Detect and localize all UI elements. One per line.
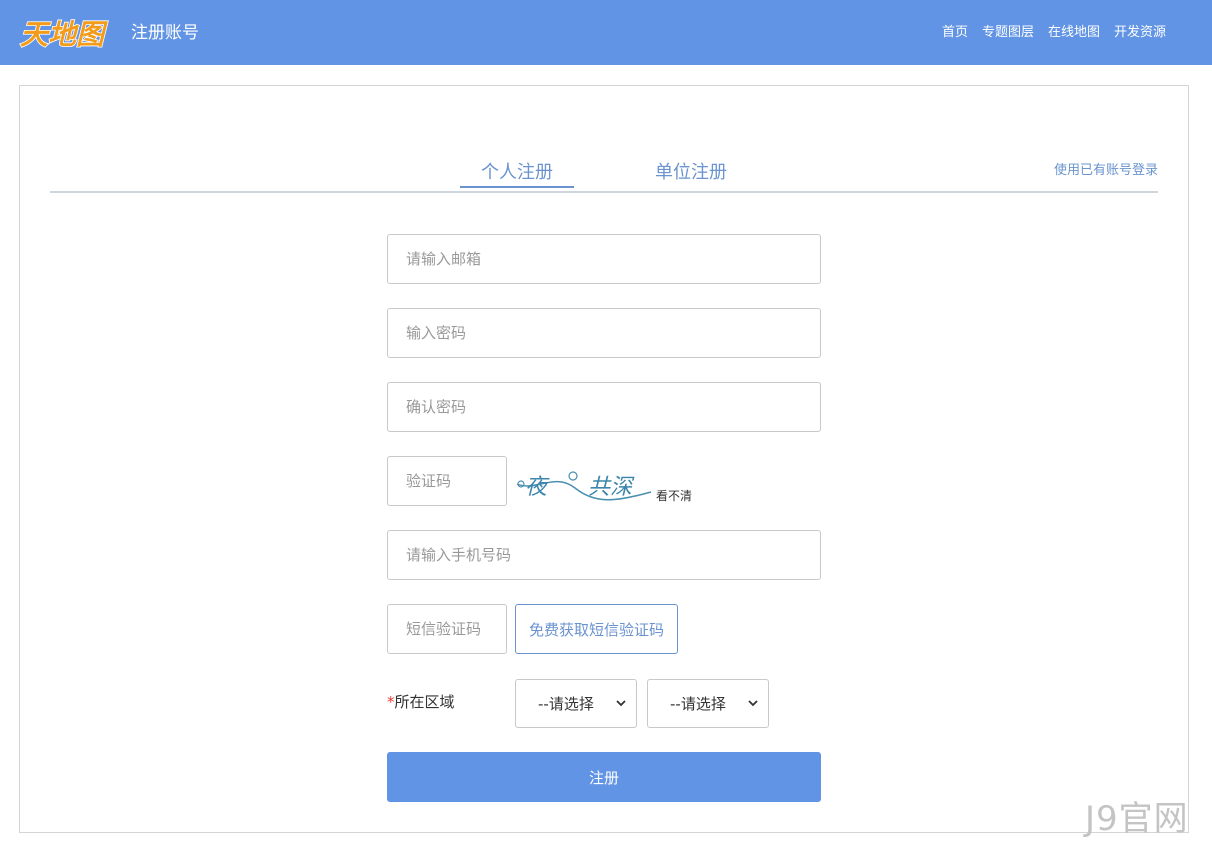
- password-input[interactable]: [387, 308, 821, 358]
- city-select[interactable]: --请选择: [647, 679, 769, 728]
- watermark-text: J9官网: [1085, 799, 1189, 839]
- region-label-text: 所在区域: [394, 693, 455, 711]
- active-tab-indicator: [460, 186, 574, 188]
- top-nav: 首页 专题图层 在线地图 开发资源: [928, 24, 1166, 42]
- captcha-refresh-link[interactable]: 看不清: [656, 488, 692, 504]
- tab-personal-register[interactable]: 个人注册: [460, 160, 574, 186]
- confirm-password-input[interactable]: [387, 382, 821, 432]
- page-title: 注册账号: [131, 23, 199, 43]
- nav-online-map[interactable]: 在线地图: [1048, 24, 1100, 42]
- email-input[interactable]: [387, 234, 821, 284]
- captcha-input[interactable]: [387, 456, 507, 506]
- nav-home[interactable]: 首页: [942, 24, 968, 42]
- required-marker: *: [387, 693, 395, 711]
- tabs-divider: [50, 191, 1158, 193]
- sms-code-input[interactable]: [387, 604, 507, 654]
- top-bar: 天地图 注册账号 首页 专题图层 在线地图 开发资源: [0, 0, 1212, 65]
- province-select[interactable]: --请选择: [515, 679, 637, 728]
- register-submit-button[interactable]: 注册: [387, 752, 821, 802]
- login-existing-account-link[interactable]: 使用已有账号登录: [1054, 162, 1158, 180]
- captcha-text: 夜 共深: [525, 475, 635, 500]
- tianditu-logo[interactable]: 天地图: [18, 13, 118, 53]
- province-select-value: --请选择: [538, 695, 594, 713]
- nav-thematic-layers[interactable]: 专题图层: [982, 24, 1034, 42]
- get-sms-code-button[interactable]: 免费获取短信验证码: [515, 604, 678, 654]
- captcha-image[interactable]: 夜 共深: [515, 462, 653, 506]
- nav-dev-resources[interactable]: 开发资源: [1114, 24, 1166, 42]
- city-select-value: --请选择: [670, 695, 726, 713]
- chevron-down-icon: [748, 700, 758, 707]
- phone-input[interactable]: [387, 530, 821, 580]
- region-label: *所在区域: [387, 692, 455, 712]
- chevron-down-icon: [616, 700, 626, 707]
- logo-text: 天地图: [20, 18, 108, 51]
- tab-unit-register[interactable]: 单位注册: [655, 160, 727, 186]
